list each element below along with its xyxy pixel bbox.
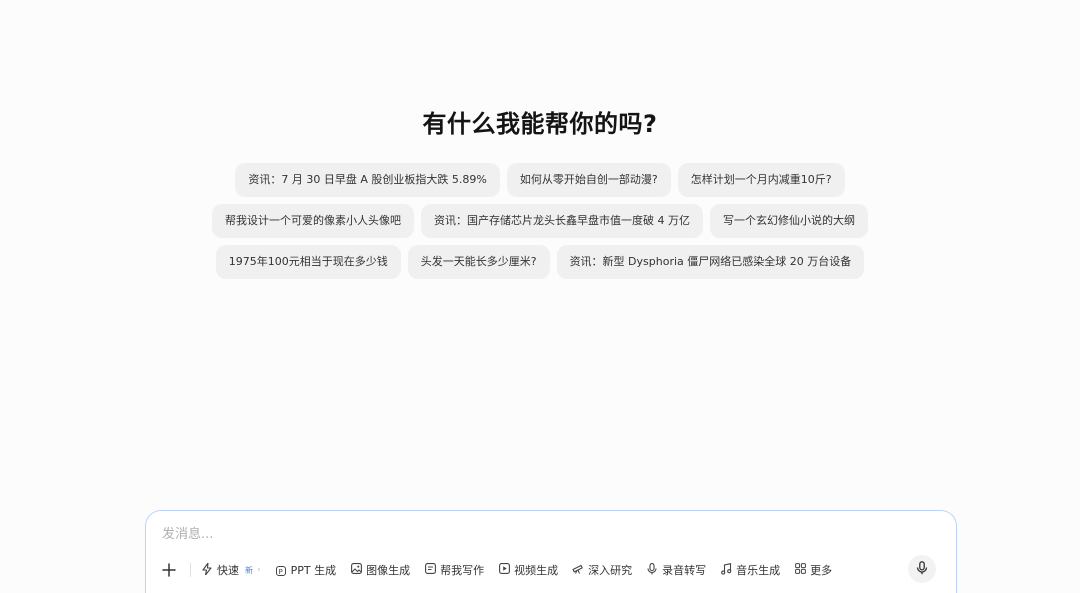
image-gen-label: 图像生成 (366, 564, 411, 577)
suggestion-chip[interactable]: 资讯：新型 Dysphoria 僵尸网络已感染全球 20 万台设备 (556, 245, 865, 279)
fast-mode-label: 快速 (217, 564, 239, 577)
write-button[interactable]: 帮我写作 (424, 562, 484, 578)
suggestion-chip[interactable]: 1975年100元相当于现在多少钱 (215, 245, 401, 279)
music-gen-button[interactable]: 音乐生成 (720, 562, 780, 578)
suggestion-chip[interactable]: 资讯：7 月 30 日早盘 A 股创业板指大跌 5.89% (235, 163, 500, 197)
video-gen-label: 视频生成 (514, 564, 559, 577)
composer-toolbar: 快速 新 › P PPT 生成 图像生成 帮我写作 视频生成 深入研究 录音转写… (158, 555, 946, 585)
new-badge: 新 (245, 565, 253, 575)
telescope-icon (572, 563, 584, 577)
suggestion-chip[interactable]: 怎样计划一个月内减重10斤? (677, 163, 845, 197)
mic-icon (646, 562, 658, 578)
research-button[interactable]: 深入研究 (572, 562, 632, 578)
suggestion-row: 帮我设计一个可爱的像素小人头像吧 资讯：国产存储芯片龙头长鑫早盘市值一度破 4 … (0, 204, 1080, 238)
suggestion-chip[interactable]: 如何从零开始自创一部动漫? (506, 163, 671, 197)
research-label: 深入研究 (588, 564, 633, 577)
write-label: 帮我写作 (440, 564, 485, 577)
music-note-icon (720, 562, 732, 578)
suggestion-row: 1975年100元相当于现在多少钱 头发一天能长多少厘米? 资讯：新型 Dysp… (0, 245, 1080, 279)
lightning-icon (201, 561, 213, 578)
mic-icon (916, 560, 928, 579)
suggestion-chip[interactable]: 资讯：国产存储芯片龙头长鑫早盘市值一度破 4 万亿 (421, 204, 703, 238)
image-gen-button[interactable]: 图像生成 (350, 562, 410, 578)
more-label: 更多 (810, 564, 833, 577)
music-gen-label: 音乐生成 (736, 564, 781, 577)
image-icon (350, 563, 362, 577)
transcribe-label: 录音转写 (662, 564, 707, 577)
page-title: 有什么我能帮你的吗? (422, 110, 658, 138)
ppt-label: PPT 生成 (290, 564, 337, 577)
message-input[interactable] (160, 523, 924, 545)
fast-mode-button[interactable]: 快速 新 › (201, 561, 261, 578)
message-composer: 快速 新 › P PPT 生成 图像生成 帮我写作 视频生成 (145, 510, 957, 593)
suggestion-row: 资讯：7 月 30 日早盘 A 股创业板指大跌 5.89% 如何从零开始自创一部… (0, 163, 1080, 197)
suggestion-list: 资讯：7 月 30 日早盘 A 股创业板指大跌 5.89% 如何从零开始自创一部… (0, 163, 1080, 286)
suggestion-chip[interactable]: 写一个玄幻修仙小说的大纲 (710, 204, 868, 238)
more-button[interactable]: 更多 (794, 562, 832, 578)
voice-input-button[interactable] (908, 555, 936, 583)
plus-icon[interactable] (158, 559, 180, 581)
document-icon (424, 563, 436, 577)
divider (190, 563, 191, 577)
ppt-icon: P (275, 564, 287, 577)
suggestion-chip[interactable]: 头发一天能长多少厘米? (407, 245, 550, 279)
transcribe-button[interactable]: 录音转写 (646, 562, 706, 578)
suggestion-chip[interactable]: 帮我设计一个可爱的像素小人头像吧 (212, 204, 414, 238)
video-gen-button[interactable]: 视频生成 (498, 562, 558, 578)
grid-icon (794, 563, 806, 577)
video-icon (498, 563, 510, 577)
chevron-right-icon: › (257, 565, 261, 575)
ppt-button[interactable]: P PPT 生成 (275, 562, 336, 578)
